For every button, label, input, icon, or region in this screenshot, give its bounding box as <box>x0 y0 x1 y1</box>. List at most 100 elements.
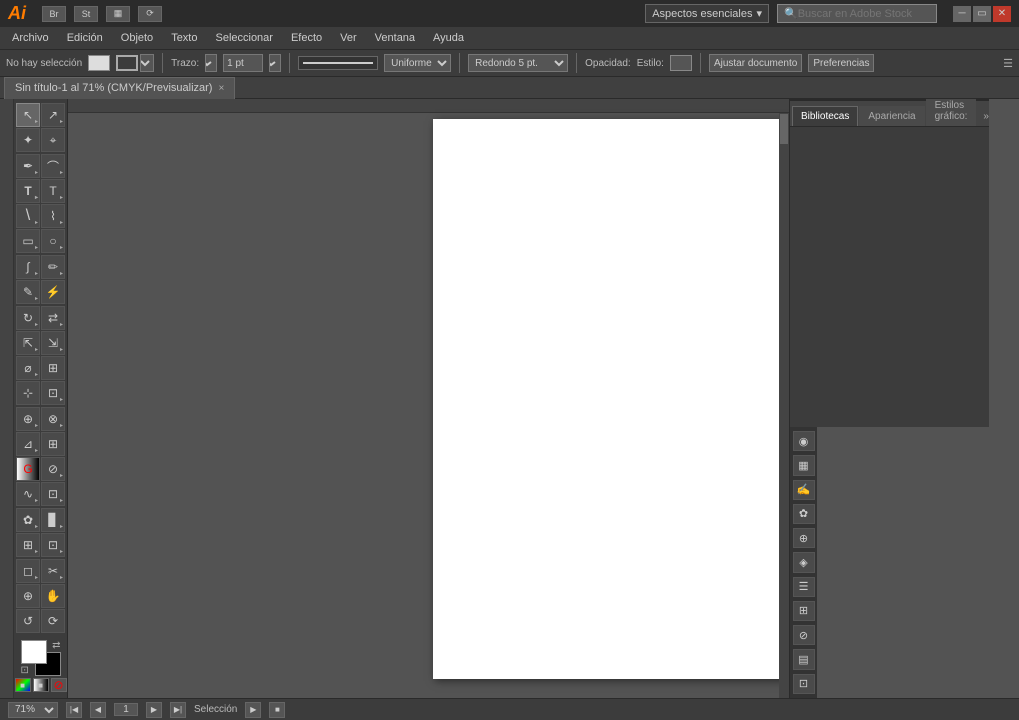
menu-efecto[interactable]: Efecto <box>283 30 330 46</box>
symbols-panel-icon[interactable]: ✿ <box>793 504 815 524</box>
close-button[interactable]: ✕ <box>993 6 1011 22</box>
shaper-tool[interactable]: ⚡ <box>41 280 65 304</box>
tab-estilos[interactable]: Estilos gráfico: <box>926 99 977 126</box>
grid-icon[interactable]: ▦ <box>106 6 130 22</box>
fill-swatch[interactable] <box>88 55 110 71</box>
nav-last-button[interactable]: ▶| <box>170 702 186 718</box>
hand-tool[interactable]: ✋ <box>41 584 65 608</box>
nav-first-button[interactable]: |◀ <box>66 702 82 718</box>
pathfinder-icon[interactable]: ⊘ <box>793 625 815 645</box>
swap-colors-icon[interactable]: ⇄ <box>52 640 60 651</box>
live-paint-tool[interactable]: ⊗▸ <box>41 407 65 431</box>
rect-tool[interactable]: ▭▸ <box>16 229 40 253</box>
stroke-swatch[interactable] <box>116 55 138 71</box>
stroke-style-preview[interactable] <box>298 56 378 70</box>
paintbrush-tool[interactable]: ∫▸ <box>16 255 40 279</box>
color-fill-btn[interactable]: ■ <box>15 678 31 692</box>
zoom-select[interactable]: 71% <box>8 702 58 718</box>
canvas-area[interactable] <box>68 99 789 698</box>
transform-icon[interactable]: ⊞ <box>793 601 815 621</box>
vertical-scrollbar[interactable] <box>779 113 789 698</box>
stroke-value-input[interactable] <box>223 54 263 72</box>
direct-select-tool[interactable]: ↗▸ <box>41 103 65 127</box>
tab-close-button[interactable]: × <box>218 83 224 94</box>
menu-ver[interactable]: Ver <box>332 30 365 46</box>
pencil-tool[interactable]: ✎▸ <box>16 280 40 304</box>
stroke-style-select[interactable]: Uniforme <box>384 54 451 72</box>
page-input[interactable] <box>114 703 138 716</box>
cap-style-select[interactable]: Redondo 5 pt. <box>468 54 568 72</box>
restore-button[interactable]: ▭ <box>973 6 991 22</box>
tab-apariencia[interactable]: Apariencia <box>859 106 924 126</box>
lasso-tool[interactable]: ⌖ <box>41 128 65 152</box>
document-tab[interactable]: Sin título-1 al 71% (CMYK/Previsualizar)… <box>4 77 235 99</box>
menu-objeto[interactable]: Objeto <box>113 30 161 46</box>
column-graph-tool[interactable]: ▊▸ <box>41 508 65 532</box>
search-box[interactable]: 🔍 <box>777 4 937 23</box>
scale-tool[interactable]: ⇱▸ <box>16 331 40 355</box>
preferences-button[interactable]: Preferencias <box>808 54 874 72</box>
pen-tool[interactable]: ✒▸ <box>16 154 40 178</box>
stroke-spinbox[interactable]: ▴ <box>140 54 154 72</box>
bridge-icon[interactable]: Br <box>42 6 66 22</box>
search-input[interactable] <box>798 8 918 20</box>
status-play-button[interactable]: ▶ <box>245 702 261 718</box>
magic-wand-tool[interactable]: ✦ <box>16 128 40 152</box>
foreground-swatch[interactable] <box>21 640 47 664</box>
swatches-panel-icon[interactable]: ▦ <box>793 455 815 475</box>
vertical-scroll-thumb[interactable] <box>780 114 788 144</box>
arc-tool[interactable]: ⌇▸ <box>41 204 65 228</box>
graphic-styles-icon[interactable]: ⊕ <box>793 528 815 548</box>
stroke-down-btn[interactable]: ▾ <box>269 54 281 72</box>
style-swatch[interactable] <box>670 55 692 71</box>
menu-texto[interactable]: Texto <box>163 30 205 46</box>
live-paint-select-tool[interactable]: ⊡▸ <box>41 482 65 506</box>
adjust-document-button[interactable]: Ajustar documento <box>709 54 802 72</box>
curvature-tool[interactable]: ⌒▸ <box>41 154 65 178</box>
mesh-tool[interactable]: ⊞ <box>41 432 65 456</box>
default-colors-icon[interactable]: ⊡ <box>21 665 29 676</box>
perspective-grid-tool[interactable]: ⊿▸ <box>16 432 40 456</box>
reflect-tool[interactable]: ⇄▸ <box>41 306 65 330</box>
workspace-select[interactable]: Aspectos esenciales ▾ <box>645 4 769 23</box>
sync-icon[interactable]: ⟳ <box>138 6 162 22</box>
line-tool[interactable]: \▸ <box>16 204 40 228</box>
perspective-tool[interactable]: ⊡▸ <box>41 381 65 405</box>
menu-archivo[interactable]: Archivo <box>4 30 57 46</box>
panel-more-button[interactable]: » <box>977 107 995 126</box>
reshape-tool[interactable]: ⇲▸ <box>41 331 65 355</box>
menu-ayuda[interactable]: Ayuda <box>425 30 472 46</box>
warp-tool[interactable]: ⌀▸ <box>16 356 40 380</box>
gradient-tool[interactable]: G <box>16 457 40 481</box>
stock-icon[interactable]: St <box>74 6 98 22</box>
blob-tool[interactable]: ✏▸ <box>41 255 65 279</box>
rotate-canvas-tool[interactable]: ⟳ <box>41 609 65 633</box>
gradient-fill-btn[interactable]: ■ <box>33 678 49 692</box>
layers-icon[interactable]: ▤ <box>793 649 815 669</box>
menu-ventana[interactable]: Ventana <box>367 30 423 46</box>
zoom-tool[interactable]: ⊕ <box>16 584 40 608</box>
symbol-sprayer-tool[interactable]: ✿▸ <box>16 508 40 532</box>
stroke-up-btn[interactable]: ▴ <box>205 54 217 72</box>
menu-edicion[interactable]: Edición <box>59 30 111 46</box>
eraser-tool[interactable]: ◻▸ <box>16 559 40 583</box>
free-transform-tool[interactable]: ⊞ <box>41 356 65 380</box>
rotate-view-tool[interactable]: ↺ <box>16 609 40 633</box>
eyedropper-tool[interactable]: ⊘▸ <box>41 457 65 481</box>
rotate-tool[interactable]: ↻▸ <box>16 306 40 330</box>
menu-seleccionar[interactable]: Seleccionar <box>207 30 280 46</box>
tab-bibliotecas[interactable]: Bibliotecas <box>792 106 858 126</box>
nav-prev-button[interactable]: ◀ <box>90 702 106 718</box>
select-tool[interactable]: ↖▸ <box>16 103 40 127</box>
color-panel-icon[interactable]: ◉ <box>793 431 815 451</box>
slice-tool[interactable]: ⊡▸ <box>41 533 65 557</box>
appearance-icon[interactable]: ◈ <box>793 552 815 572</box>
blend-tool[interactable]: ∿▸ <box>16 482 40 506</box>
shape-builder-tool[interactable]: ⊕▸ <box>16 407 40 431</box>
none-fill-btn[interactable]: ⊘ <box>51 678 67 692</box>
minimize-button[interactable]: ─ <box>953 6 971 22</box>
ellipse-tool[interactable]: ○▸ <box>41 229 65 253</box>
panel-toggle-icon[interactable]: ☰ <box>1003 57 1013 70</box>
puppet-warp-tool[interactable]: ⊹ <box>16 381 40 405</box>
align-icon[interactable]: ☰ <box>793 577 815 597</box>
